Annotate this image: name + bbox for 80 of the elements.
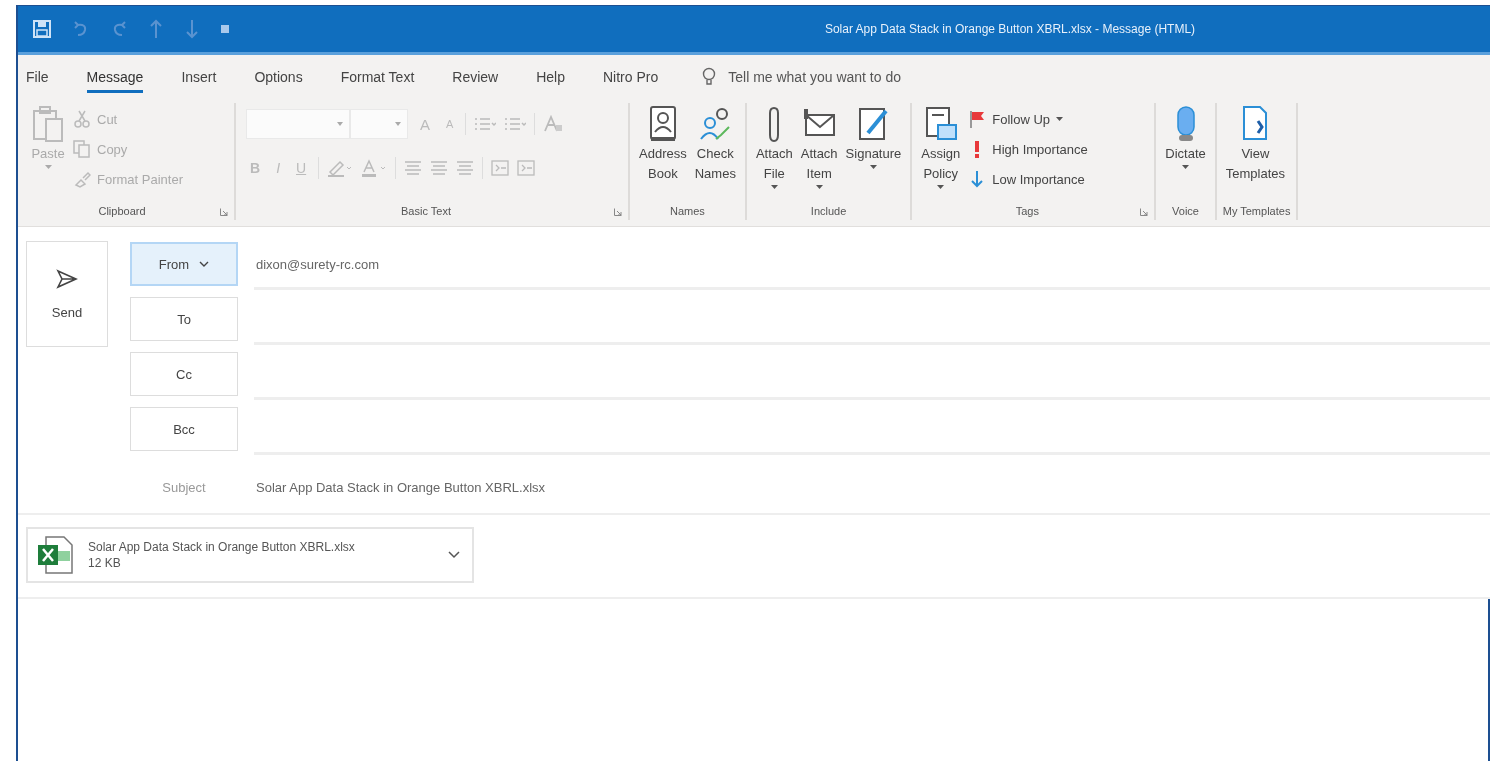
down-arrow-icon[interactable] — [184, 19, 200, 39]
highlighter-icon[interactable] — [327, 159, 354, 177]
caret-icon — [337, 122, 343, 126]
styles-icon[interactable] — [543, 115, 564, 133]
recipient-button[interactable]: Cc — [130, 352, 238, 396]
caret-icon — [815, 185, 823, 189]
ribbon-button[interactable]: Low Importance — [965, 165, 1091, 193]
ribbon-button[interactable]: Dictate — [1162, 103, 1209, 171]
ribbon-button[interactable]: Signature — [842, 103, 905, 171]
window-title: Solar App Data Stack in Orange Button XBRL.xlsx - Message (HTML) — [823, 22, 1197, 36]
send-icon — [56, 268, 78, 289]
caret-icon — [937, 185, 945, 189]
ribbon-tab[interactable]: Options — [254, 61, 303, 93]
subject-label: Subject — [161, 479, 207, 495]
group-label: Names — [670, 205, 705, 217]
address-field[interactable]: dixon@surety-rc.com — [254, 255, 1490, 273]
ribbon-tab[interactable]: Review — [452, 61, 499, 93]
font-size-field[interactable] — [350, 109, 408, 139]
recipient-button[interactable]: Bcc — [130, 407, 238, 451]
from-button[interactable]: From — [130, 242, 238, 286]
customize-icon[interactable] — [220, 24, 230, 34]
spreadsheet-file-icon — [36, 535, 74, 575]
group-label: Tags — [1015, 205, 1040, 217]
copy-icon — [73, 140, 91, 158]
ribbon-button[interactable]: High Importance — [965, 135, 1091, 163]
ribbon-button[interactable]: Address Book — [636, 103, 690, 185]
caret-icon — [395, 122, 401, 126]
caret-icon — [1182, 165, 1189, 169]
ribbon-button[interactable]: Check Names — [691, 103, 739, 185]
tell-me-field[interactable]: Tell me what you want to do — [726, 68, 991, 86]
dialog-launcher-icon[interactable] — [1140, 208, 1149, 216]
group-label: Basic Text — [401, 205, 452, 217]
policy-icon — [923, 105, 958, 143]
ribbon-button[interactable]: Follow Up — [965, 105, 1091, 133]
save-icon[interactable] — [32, 19, 52, 39]
ribbon-tab[interactable]: Message — [86, 61, 144, 93]
group-label: My Templates — [1222, 205, 1291, 217]
people-icon — [698, 105, 733, 143]
caret-icon — [1056, 117, 1064, 121]
group-label: Voice — [1172, 205, 1199, 217]
indent-icon[interactable] — [517, 160, 536, 176]
paintbrush-icon — [73, 170, 91, 188]
dialog-launcher-icon[interactable] — [220, 208, 228, 216]
chevron-icon[interactable] — [448, 551, 460, 559]
ribbon-button[interactable]: View Templates — [1222, 103, 1288, 185]
attachment-card[interactable]: Solar App Data Stack in Orange Button XBRL.xlsx 12 KB — [26, 527, 474, 583]
ribbon-tab[interactable]: Insert — [181, 61, 217, 93]
group-label: Clipboard — [98, 205, 147, 217]
group-label: Include — [810, 205, 847, 217]
align-icon[interactable] — [430, 160, 449, 176]
attachment-size: 12 KB — [88, 556, 122, 570]
lightbulb-icon — [702, 67, 717, 87]
ribbon-tab[interactable]: Nitro Pro — [603, 61, 659, 93]
ribbon-button[interactable]: Assign Policy — [918, 103, 964, 191]
ribbon-button[interactable]: Attach File — [752, 103, 796, 191]
recipient-button[interactable]: To — [130, 297, 238, 341]
flag-icon — [968, 110, 987, 128]
caret-icon — [44, 165, 52, 169]
align-icon[interactable] — [404, 160, 423, 176]
caret-icon — [770, 185, 778, 189]
indent-icon[interactable] — [491, 160, 510, 176]
send-button[interactable]: Send — [26, 241, 108, 347]
align-icon[interactable] — [456, 160, 475, 176]
font-color-icon[interactable] — [361, 159, 388, 177]
exclamation-icon — [974, 140, 981, 158]
subject-field[interactable]: Solar App Data Stack in Orange Button XBRL.xlsx — [254, 478, 1490, 496]
ribbon-tab[interactable]: File — [26, 61, 49, 93]
ribbon-tab[interactable]: Help — [536, 61, 565, 93]
caret-icon — [869, 165, 877, 169]
up-arrow-icon[interactable] — [148, 19, 164, 39]
ribbon-button[interactable]: Attach Item — [797, 103, 841, 191]
numbering-icon[interactable] — [504, 116, 527, 132]
ribbon-tab[interactable]: Format Text — [340, 61, 415, 93]
chevron-icon — [199, 261, 210, 267]
clipboard-icon — [31, 105, 65, 143]
bullets-icon[interactable] — [474, 116, 497, 132]
paperclip-icon — [768, 105, 781, 143]
scissors-icon — [73, 110, 91, 128]
dialog-launcher-icon[interactable] — [614, 208, 622, 216]
attachment-name: Solar App Data Stack in Orange Button XBRL.xlsx — [88, 540, 356, 554]
